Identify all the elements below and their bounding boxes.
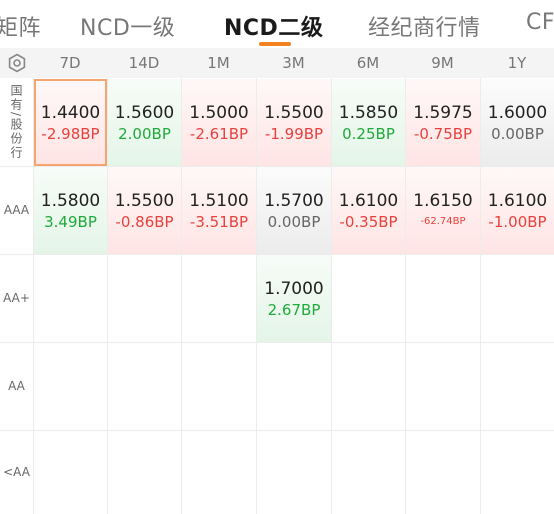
- quote-cell[interactable]: 1.6100 -1.00BP: [481, 167, 554, 254]
- quote-change: -1.00BP: [488, 212, 547, 231]
- quote-change: 0.25BP: [342, 124, 395, 143]
- quote-rate: 1.6000: [487, 102, 548, 123]
- quote-cell[interactable]: 1.5800 3.49BP: [34, 167, 107, 254]
- quote-rate: 1.7000: [264, 278, 324, 299]
- tab-ncd-primary[interactable]: NCD一级: [80, 10, 175, 42]
- quote-cell[interactable]: 1.5700 0.00BP: [257, 167, 331, 254]
- quote-cell[interactable]: 1.5500 -0.86BP: [108, 167, 181, 254]
- grid-line: [0, 342, 554, 343]
- column-header-3m[interactable]: 3M: [256, 48, 331, 78]
- quote-rate: 1.6100: [338, 190, 399, 211]
- quote-change: -62.74BP: [420, 215, 466, 227]
- quote-change: -3.51BP: [189, 212, 249, 231]
- row-label-aa: AA: [8, 379, 25, 393]
- column-header-6m[interactable]: 6M: [331, 48, 405, 78]
- quote-rate: 1.5975: [413, 102, 473, 123]
- tab-matrix[interactable]: 矩阵: [0, 10, 41, 42]
- row-label-aaa: AAA: [3, 203, 30, 217]
- quote-cell[interactable]: 1.4400 -2.98BP: [34, 79, 107, 166]
- quote-rate: 1.5000: [189, 102, 249, 123]
- quote-change: -0.35BP: [339, 212, 398, 231]
- quote-rate: 1.4400: [40, 102, 101, 123]
- row-label-below-aa: <AA: [3, 465, 30, 479]
- quote-cell[interactable]: 1.5000 -2.61BP: [182, 79, 256, 166]
- tab-bar: 矩阵 NCD一级 NCD二级 经纪商行情 CF: [0, 0, 554, 48]
- quote-cell[interactable]: 1.5500 -1.99BP: [257, 79, 331, 166]
- quote-change: 0.00BP: [491, 124, 544, 143]
- quote-cell[interactable]: 1.5600 2.00BP: [108, 79, 181, 166]
- column-header-7d[interactable]: 7D: [33, 48, 107, 78]
- quote-rate: 1.5850: [338, 102, 399, 123]
- quote-rate: 1.5700: [264, 190, 324, 211]
- quote-rate: 1.5800: [40, 190, 101, 211]
- column-header-label: 3M: [282, 54, 305, 72]
- tab-cf[interactable]: CF: [526, 10, 554, 35]
- row-label-aa-plus: AA+: [3, 291, 30, 305]
- quote-cell[interactable]: 1.5850 0.25BP: [332, 79, 405, 166]
- quote-change: 0.00BP: [267, 212, 321, 231]
- column-header-1m[interactable]: 1M: [181, 48, 256, 78]
- gear-icon: [8, 53, 25, 73]
- column-header-label: 6M: [356, 54, 380, 72]
- quote-rate: 1.5100: [189, 190, 249, 211]
- quote-cell[interactable]: 1.5975 -0.75BP: [406, 79, 480, 166]
- tab-broker-quotes[interactable]: 经纪商行情: [368, 10, 481, 42]
- settings-button[interactable]: [0, 48, 33, 78]
- quote-cell[interactable]: 1.7000 2.67BP: [257, 255, 331, 342]
- quote-change: -1.99BP: [264, 124, 324, 143]
- column-header-14d[interactable]: 14D: [107, 48, 181, 78]
- column-header-label: 14D: [128, 54, 160, 72]
- quote-cell[interactable]: 1.6150 -62.74BP: [406, 167, 480, 254]
- quote-change: -0.75BP: [413, 124, 473, 143]
- active-tab-indicator: [259, 42, 291, 46]
- tab-ncd-secondary[interactable]: NCD二级: [224, 10, 323, 42]
- quote-change: -2.98BP: [41, 124, 100, 143]
- column-header-label: 1Y: [507, 54, 527, 72]
- quote-change: 2.00BP: [118, 124, 171, 143]
- quote-rate: 1.5600: [114, 102, 175, 123]
- quote-change: 2.67BP: [267, 300, 321, 319]
- quote-change: -2.61BP: [189, 124, 249, 143]
- column-header-1y[interactable]: 1Y: [480, 48, 554, 78]
- quote-change: 3.49BP: [44, 212, 97, 231]
- column-header-9m[interactable]: 9M: [405, 48, 480, 78]
- column-header-label: 9M: [431, 54, 454, 72]
- quote-rate: 1.6100: [487, 190, 548, 211]
- quote-cell[interactable]: 1.5100 -3.51BP: [182, 167, 256, 254]
- quote-rate: 1.5500: [264, 102, 324, 123]
- row-label-state-joint-stock: 国有/股份行: [9, 83, 23, 161]
- quote-rate: 1.6150: [413, 190, 473, 211]
- grid-line: [0, 430, 554, 431]
- column-header-label: 1M: [207, 54, 230, 72]
- column-header-label: 7D: [59, 54, 81, 72]
- quote-cell[interactable]: 1.6100 -0.35BP: [332, 167, 405, 254]
- quote-cell[interactable]: 1.6000 0.00BP: [481, 79, 554, 166]
- quote-change: -0.86BP: [115, 212, 174, 231]
- quote-rate: 1.5500: [114, 190, 175, 211]
